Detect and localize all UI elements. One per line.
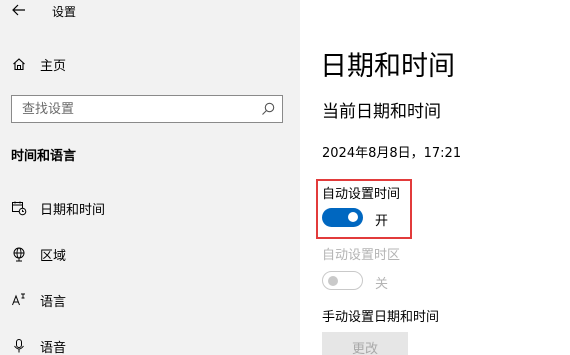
calendar-clock-icon — [10, 199, 28, 217]
main-content: 日期和时间 当前日期和时间 2024年8月8日，17:21 自动设置时间 开 自… — [300, 0, 570, 355]
auto-timezone-state: 关 — [375, 277, 389, 292]
search-icon[interactable] — [260, 101, 276, 117]
auto-timezone-toggle[interactable] — [322, 271, 363, 290]
back-arrow-icon — [12, 4, 25, 16]
toggle-knob — [348, 212, 358, 222]
auto-time-label: 自动设置时间 — [322, 187, 401, 202]
microphone-icon — [10, 337, 28, 355]
language-icon — [10, 291, 28, 309]
page-title: 日期和时间 — [320, 51, 455, 82]
globe-icon — [10, 245, 28, 263]
sidebar-item-label: 区域 — [40, 248, 67, 264]
search-input[interactable] — [12, 96, 252, 122]
toggle-knob — [328, 276, 338, 286]
sidebar: 设置 主页 时间和语言 日期和时间 — [0, 0, 300, 355]
window-title: 设置 — [52, 5, 77, 19]
current-datetime-value: 2024年8月8日，17:21 — [322, 146, 462, 161]
sidebar-item-label: 主页 — [40, 58, 67, 74]
sidebar-item-language[interactable]: 语言 — [0, 283, 300, 317]
sidebar-item-speech[interactable]: 语音 — [0, 329, 300, 355]
sidebar-item-label: 语音 — [40, 340, 67, 355]
sidebar-item-date-time[interactable]: 日期和时间 — [0, 191, 300, 225]
section-header: 时间和语言 — [11, 149, 77, 164]
auto-time-toggle[interactable] — [322, 208, 363, 227]
sidebar-item-label: 日期和时间 — [40, 202, 106, 218]
search-box[interactable] — [11, 95, 283, 123]
sidebar-item-home[interactable]: 主页 — [0, 47, 300, 81]
sidebar-item-region[interactable]: 区域 — [0, 237, 300, 271]
auto-time-state: 开 — [375, 214, 389, 229]
current-datetime-heading: 当前日期和时间 — [322, 102, 441, 122]
home-icon — [10, 55, 28, 73]
back-button[interactable] — [10, 1, 28, 19]
sidebar-item-label: 语言 — [40, 294, 67, 310]
auto-timezone-label: 自动设置时区 — [322, 248, 401, 263]
manual-datetime-label: 手动设置日期和时间 — [322, 310, 440, 325]
change-button[interactable]: 更改 — [322, 332, 408, 355]
